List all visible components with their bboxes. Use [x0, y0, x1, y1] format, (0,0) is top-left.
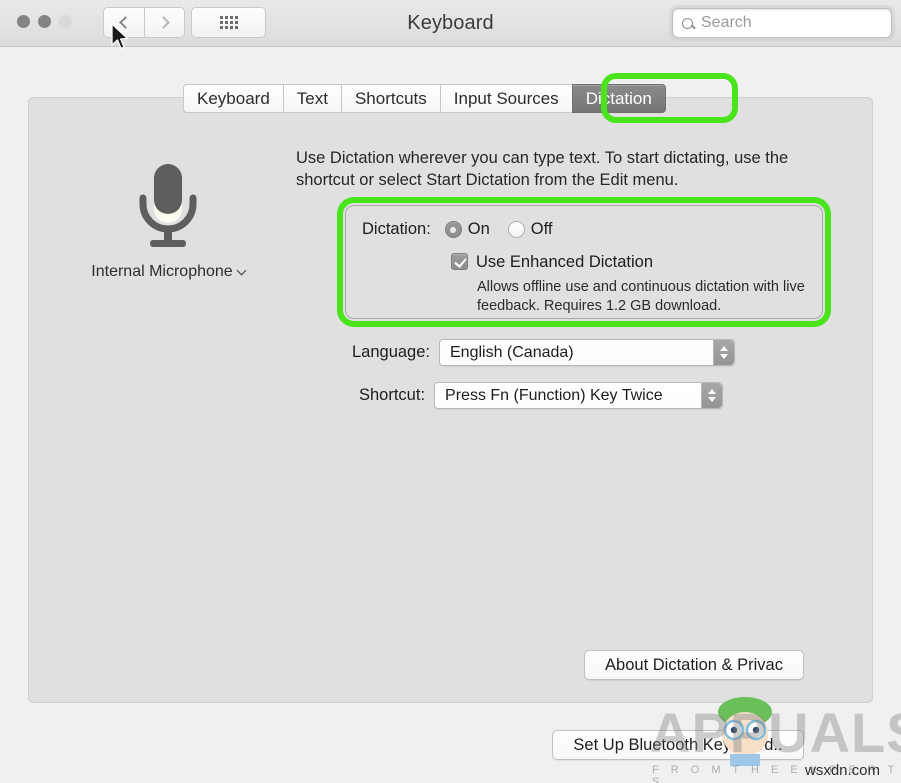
shortcut-row: Shortcut: Press Fn (Function) Key Twice — [359, 382, 724, 409]
shortcut-value: Press Fn (Function) Key Twice — [445, 386, 663, 404]
tab-dictation[interactable]: Dictation — [571, 84, 666, 113]
language-row: Language: English (Canada) — [352, 339, 735, 366]
microphone-selector[interactable]: Internal Microphone — [88, 160, 248, 281]
microphone-label: Internal Microphone — [91, 263, 233, 280]
tab-text-label: Text — [296, 88, 328, 108]
mouse-pointer-icon — [111, 23, 129, 50]
dictation-label: Dictation: — [362, 220, 431, 238]
about-dictation-privacy-label: About Dictation & Privac — [605, 655, 783, 674]
microphone-label-row: Internal Microphone — [88, 263, 248, 281]
search-icon — [682, 17, 693, 29]
tab-input-sources-label: Input Sources — [453, 88, 559, 108]
search-input[interactable]: Search — [701, 14, 752, 32]
stepper-arrows-icon[interactable] — [701, 383, 723, 408]
dictation-off-radio[interactable] — [507, 221, 525, 238]
about-dictation-privacy-button[interactable]: About Dictation & Privac — [584, 650, 804, 680]
tab-dictation-label: Dictation — [585, 88, 652, 108]
language-label: Language: — [352, 343, 430, 361]
microphone-icon — [139, 164, 197, 247]
keyboard-preferences-window: Keyboard Search Keyboard Text Shortcuts … — [0, 0, 901, 783]
enhanced-dictation-help-text: Allows offline use and continuous dictat… — [477, 279, 805, 314]
dictation-settings-group: Dictation: On Off Use Enhanced Dictation… — [345, 205, 823, 319]
language-select[interactable]: English (Canada) — [439, 339, 735, 366]
dictation-intro-text: Use Dictation wherever you can type text… — [296, 149, 789, 189]
enhanced-dictation-checkbox[interactable] — [451, 253, 468, 270]
tab-keyboard-label: Keyboard — [197, 88, 270, 108]
stepper-arrows-icon[interactable] — [713, 340, 734, 365]
dictation-toggle-row: Dictation: On Off — [362, 220, 553, 239]
tab-shortcuts-label: Shortcuts — [354, 88, 427, 108]
tab-shortcuts[interactable]: Shortcuts — [340, 84, 440, 113]
tab-input-sources[interactable]: Input Sources — [439, 84, 572, 113]
chevron-down-icon[interactable] — [236, 265, 247, 276]
watermark: APPUALS F R O M T H E E X P E R T S wsxd… — [650, 697, 901, 783]
dictation-on-label: On — [467, 220, 490, 238]
tab-text[interactable]: Text — [282, 84, 341, 113]
shortcut-label: Shortcut: — [359, 386, 426, 404]
watermark-brand: APPUALS — [650, 701, 901, 764]
enhanced-dictation-label: Use Enhanced Dictation — [476, 253, 654, 271]
search-field[interactable]: Search — [672, 8, 892, 38]
dictation-on-radio[interactable] — [444, 221, 462, 238]
shortcut-select[interactable]: Press Fn (Function) Key Twice — [434, 382, 724, 409]
tab-bar: Keyboard Text Shortcuts Input Sources Di… — [183, 84, 666, 113]
tab-keyboard[interactable]: Keyboard — [183, 84, 283, 113]
language-value: English (Canada) — [450, 343, 574, 361]
enhanced-dictation-row[interactable]: Use Enhanced Dictation — [451, 253, 653, 272]
watermark-site: wsxdn.com — [805, 762, 881, 779]
dictation-off-label: Off — [530, 220, 553, 238]
window-titlebar: Keyboard Search — [0, 0, 901, 47]
